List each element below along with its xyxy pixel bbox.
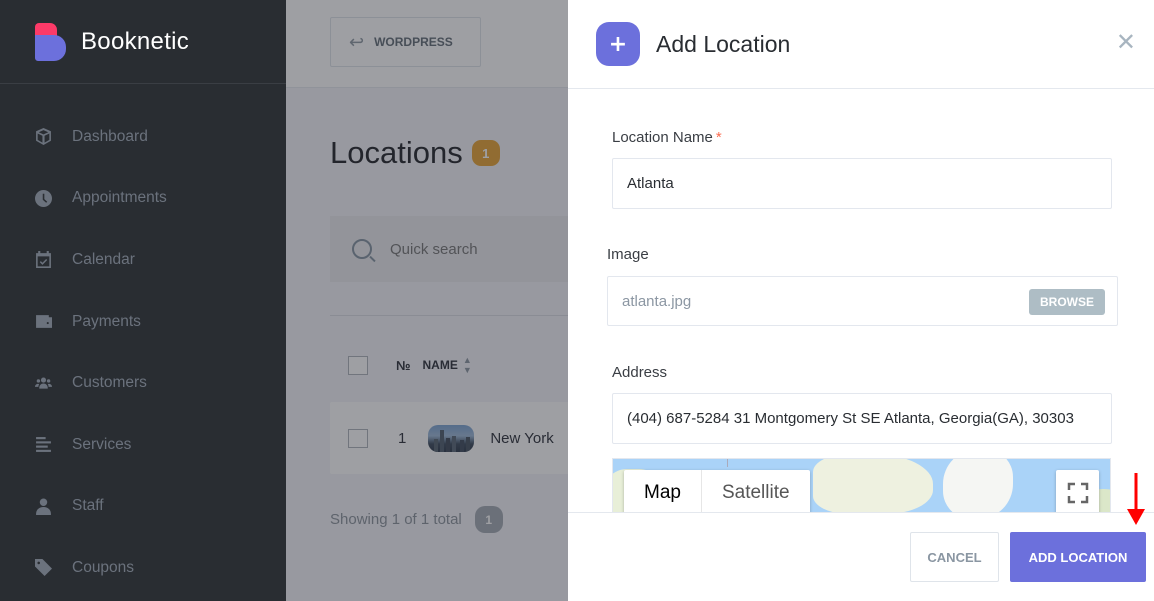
sidebar-item-label: Customers bbox=[72, 374, 147, 392]
browse-button[interactable]: BROWSE bbox=[1029, 289, 1105, 315]
image-filename: atlanta.jpg bbox=[622, 292, 692, 310]
sidebar-item-customers[interactable]: Customers bbox=[0, 352, 286, 414]
fullscreen-icon bbox=[1067, 482, 1088, 503]
brand-name: Booknetic bbox=[81, 27, 190, 55]
cube-icon bbox=[35, 128, 52, 146]
add-location-panel: + Add Location ✕ Location Name* Image at… bbox=[568, 0, 1154, 601]
sidebar-item-staff[interactable]: Staff bbox=[0, 476, 286, 538]
location-name-field[interactable] bbox=[612, 158, 1112, 209]
address-label: Address bbox=[612, 364, 668, 381]
panel-header: + Add Location ✕ bbox=[568, 0, 1154, 89]
sidebar-item-label: Calendar bbox=[72, 250, 135, 268]
sidebar: Booknetic Dashboard Appointments Calenda… bbox=[0, 0, 286, 601]
sidebar-nav: Dashboard Appointments Calendar Payments… bbox=[0, 84, 286, 599]
sidebar-item-coupons[interactable]: Coupons bbox=[0, 537, 286, 599]
map-type-map-button[interactable]: Map bbox=[624, 470, 701, 512]
modal-backdrop[interactable] bbox=[286, 0, 568, 601]
booknetic-logo-icon bbox=[35, 22, 66, 61]
image-field[interactable]: atlanta.jpg BROWSE bbox=[607, 276, 1118, 326]
user-icon bbox=[35, 498, 52, 515]
calendar-check-icon bbox=[35, 251, 52, 269]
location-map[interactable]: Map Satellite bbox=[612, 458, 1111, 512]
location-name-input[interactable] bbox=[627, 175, 1111, 192]
required-mark: * bbox=[715, 129, 722, 146]
list-icon bbox=[35, 436, 52, 453]
panel-title: Add Location bbox=[656, 30, 791, 57]
wallet-icon bbox=[35, 313, 52, 330]
fullscreen-button[interactable] bbox=[1056, 470, 1099, 512]
sidebar-item-services[interactable]: Services bbox=[0, 414, 286, 476]
image-label: Image bbox=[607, 246, 649, 263]
sidebar-item-label: Dashboard bbox=[72, 127, 148, 145]
address-field[interactable] bbox=[612, 393, 1112, 444]
cancel-button[interactable]: CANCEL bbox=[910, 532, 999, 582]
add-location-button[interactable]: ADD LOCATION bbox=[1010, 532, 1146, 582]
sidebar-item-calendar[interactable]: Calendar bbox=[0, 229, 286, 291]
sidebar-item-label: Services bbox=[72, 435, 132, 453]
tag-icon bbox=[35, 559, 52, 577]
sidebar-item-label: Payments bbox=[72, 312, 141, 330]
plus-icon: + bbox=[596, 22, 640, 66]
location-name-label-text: Location Name bbox=[612, 129, 713, 146]
sidebar-item-dashboard[interactable]: Dashboard bbox=[0, 106, 286, 168]
brand[interactable]: Booknetic bbox=[0, 0, 286, 84]
clock-icon bbox=[35, 189, 52, 207]
sidebar-item-label: Staff bbox=[72, 497, 104, 515]
annotation-arrow-icon bbox=[1127, 473, 1145, 525]
sidebar-item-label: Coupons bbox=[72, 558, 135, 576]
sidebar-item-payments[interactable]: Payments bbox=[0, 291, 286, 353]
address-input[interactable] bbox=[627, 410, 1111, 427]
close-icon[interactable]: ✕ bbox=[1116, 30, 1136, 54]
panel-footer: CANCEL ADD LOCATION bbox=[568, 512, 1154, 601]
sidebar-item-label: Appointments bbox=[72, 189, 167, 207]
location-name-label: Location Name * bbox=[612, 129, 722, 146]
users-icon bbox=[35, 375, 52, 392]
sidebar-item-appointments[interactable]: Appointments bbox=[0, 168, 286, 230]
map-type-toggle: Map Satellite bbox=[624, 470, 810, 512]
map-type-satellite-button[interactable]: Satellite bbox=[700, 470, 810, 512]
